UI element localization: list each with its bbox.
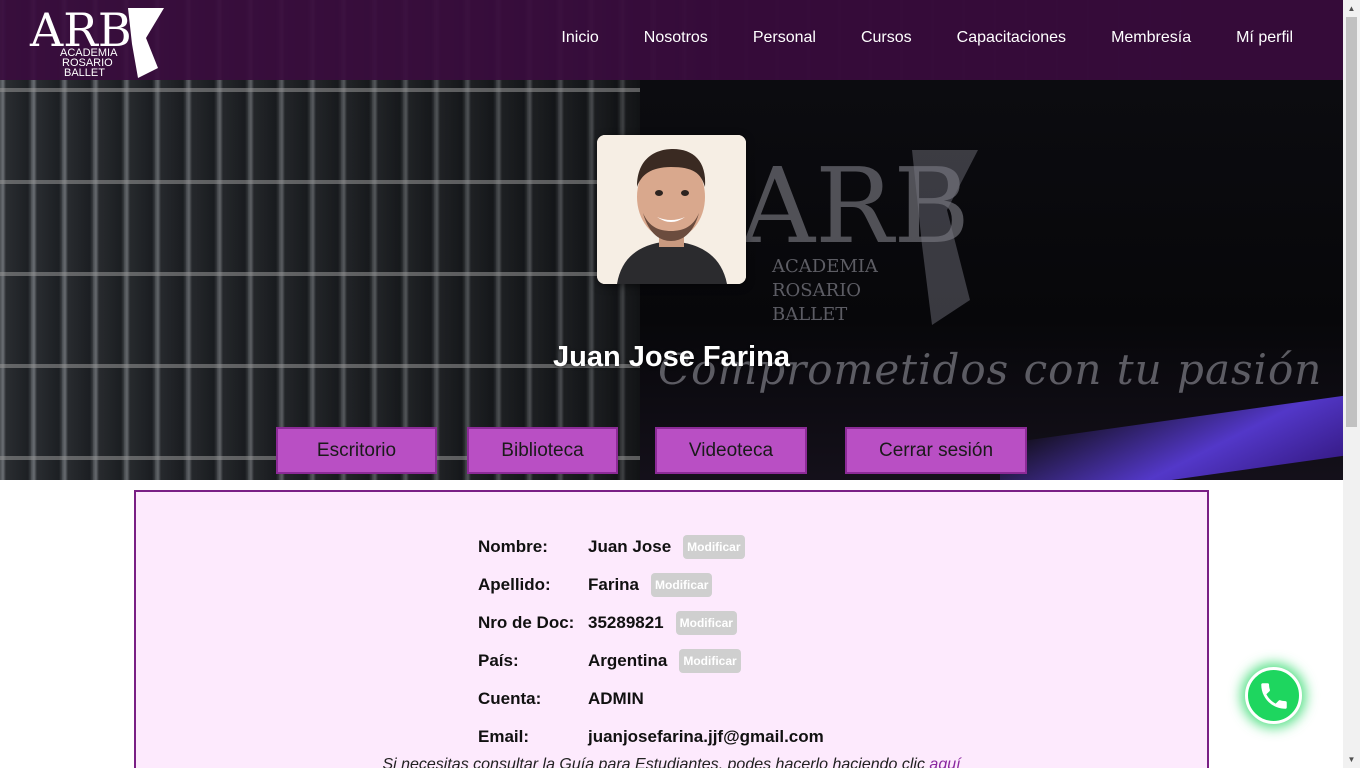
biblioteca-button[interactable]: Biblioteca	[467, 427, 618, 474]
apellido-value: Farina	[588, 575, 640, 594]
profile-actions: Escritorio Biblioteca Videoteca Cerrar s…	[0, 427, 1343, 475]
profile-avatar	[597, 135, 746, 284]
pais-value: Argentina	[588, 651, 668, 670]
info-row-apellido: Apellido: Farina Modificar	[478, 566, 824, 604]
background-logo-line-1: ACADEMIA	[771, 256, 879, 277]
background-logo-line-3: BALLET	[772, 304, 847, 325]
top-navbar: ARB ACADEMIA ROSARIO BALLET Inicio Nosot…	[0, 0, 1343, 80]
nav-inicio[interactable]: Inicio	[561, 29, 598, 47]
nav-nosotros[interactable]: Nosotros	[644, 29, 708, 47]
profile-name: Juan Jose Farina	[553, 341, 790, 373]
page-scrollbar[interactable]: ▲ ▼	[1343, 0, 1360, 768]
cuenta-value: ADMIN	[588, 689, 644, 708]
brand-logo-line-3: BALLET	[64, 67, 105, 78]
pais-label: País:	[478, 651, 519, 670]
nombre-label: Nombre:	[478, 537, 548, 556]
profile-info-card: Nombre: Juan Jose Modificar Apellido: Fa…	[134, 490, 1209, 768]
cerrar-sesion-button[interactable]: Cerrar sesión	[845, 427, 1027, 474]
cuenta-label: Cuenta:	[478, 689, 542, 708]
avatar-photo	[597, 135, 746, 284]
documento-label: Nro de Doc:	[478, 613, 575, 632]
modificar-pais-button[interactable]: Modificar	[679, 649, 741, 673]
student-guide-link[interactable]: aquí	[929, 756, 960, 768]
modificar-documento-button[interactable]: Modificar	[675, 611, 737, 635]
nav-cursos[interactable]: Cursos	[861, 29, 912, 47]
nav-mi-perfil[interactable]: Mí perfil	[1236, 29, 1293, 47]
videoteca-button[interactable]: Videoteca	[655, 427, 807, 474]
profile-info-table: Nombre: Juan Jose Modificar Apellido: Fa…	[478, 528, 824, 756]
scrollbar-thumb[interactable]	[1346, 17, 1357, 427]
nombre-value: Juan Jose	[588, 537, 672, 556]
apellido-label: Apellido:	[478, 575, 551, 594]
nav-personal[interactable]: Personal	[753, 29, 816, 47]
modificar-apellido-button[interactable]: Modificar	[651, 573, 713, 597]
background-logo-line-2: ROSARIO	[772, 280, 861, 301]
info-row-nombre: Nombre: Juan Jose Modificar	[478, 528, 824, 566]
info-row-cuenta: Cuenta: ADMIN	[478, 680, 824, 718]
nav-links: Inicio Nosotros Personal Cursos Capacita…	[516, 29, 1293, 47]
scroll-down-arrow-icon[interactable]: ▼	[1343, 751, 1360, 768]
documento-value: 35289821	[588, 613, 664, 632]
info-row-email: Email: juanjosefarina.jjf@gmail.com	[478, 718, 824, 756]
escritorio-button[interactable]: Escritorio	[276, 427, 437, 474]
info-row-pais: País: Argentina Modificar	[478, 642, 824, 680]
whatsapp-button[interactable]	[1245, 667, 1302, 724]
email-value: juanjosefarina.jjf@gmail.com	[588, 727, 824, 746]
info-row-documento: Nro de Doc: 35289821 Modificar	[478, 604, 824, 642]
student-guide-note: Si necesitas consultar la Guía para Estu…	[136, 756, 1207, 768]
nav-membresia[interactable]: Membresía	[1111, 29, 1191, 47]
nav-capacitaciones[interactable]: Capacitaciones	[957, 29, 1066, 47]
student-guide-text: Si necesitas consultar la Guía para Estu…	[382, 756, 930, 768]
scroll-up-arrow-icon[interactable]: ▲	[1343, 0, 1360, 17]
email-label: Email:	[478, 727, 530, 746]
background-logo: ARB ACADEMIA ROSARIO BALLET	[739, 150, 978, 325]
brand-logo[interactable]: ARB ACADEMIA ROSARIO BALLET	[28, 4, 166, 78]
whatsapp-phone-icon	[1260, 682, 1287, 709]
modificar-nombre-button[interactable]: Modificar	[683, 535, 745, 559]
